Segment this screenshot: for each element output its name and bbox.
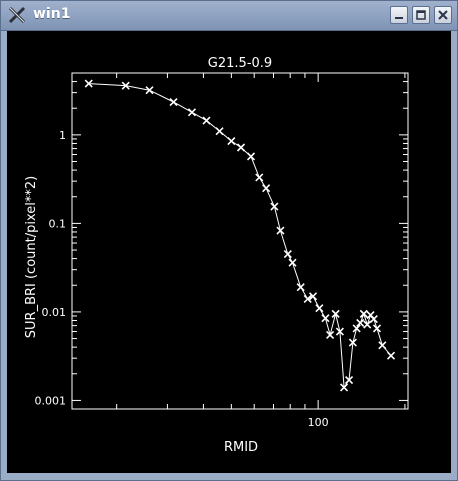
data-point-marker [369, 315, 378, 324]
data-point-marker [236, 143, 246, 152]
application-window: win1 G21.5-0.9 RMID SUR_BRI (count/pixel… [0, 0, 458, 481]
close-button[interactable] [434, 6, 452, 24]
maximize-icon [416, 10, 426, 20]
surface-brightness-chart: G21.5-0.9 RMID SUR_BRI (count/pixel**2) … [24, 56, 409, 455]
data-point-marker [283, 250, 292, 259]
plot-canvas: G21.5-0.9 RMID SUR_BRI (count/pixel**2) … [7, 31, 451, 473]
y-tick-label: 0.001 [35, 394, 67, 407]
data-point-marker [363, 320, 372, 329]
data-point-marker [215, 127, 224, 136]
y-axis-label: SUR_BRI (count/pixel**2) [24, 176, 39, 338]
data-point-marker [227, 137, 236, 146]
x-tick-label: 100 [308, 416, 329, 429]
data-point-marker [187, 108, 197, 117]
data-point-marker [202, 116, 211, 125]
data-point-marker [246, 152, 256, 161]
window-title: win1 [33, 6, 71, 22]
data-point-marker [288, 258, 297, 267]
maximize-button[interactable] [412, 6, 430, 24]
y-tick-label: 0.1 [49, 217, 67, 230]
plot-frame [71, 72, 409, 410]
title-bar[interactable]: win1 [1, 1, 457, 31]
data-point-marker [296, 283, 305, 292]
data-point-marker [270, 202, 279, 211]
data-point-marker [169, 97, 178, 107]
data-point-marker [276, 226, 285, 235]
axis-ticks: 0.001 0.01 0.1 1 100 [35, 72, 408, 429]
data-point-marker [262, 184, 271, 193]
data-point-marker [255, 173, 264, 182]
x-axis-label: RMID [224, 440, 258, 455]
x11-app-icon [8, 6, 26, 24]
series-line [88, 83, 392, 390]
data-point-marker [315, 304, 324, 313]
data-point-marker [386, 351, 396, 360]
y-tick-label: 0.01 [42, 306, 67, 319]
minimize-icon [395, 17, 403, 19]
close-icon [438, 10, 448, 20]
data-point-marker [321, 314, 330, 323]
data-point-marker [359, 309, 368, 318]
y-tick-label: 1 [59, 129, 66, 142]
data-point-marker [372, 324, 382, 333]
chart-title: G21.5-0.9 [208, 56, 272, 71]
minimize-button[interactable] [390, 6, 408, 24]
data-point-marker [331, 309, 340, 318]
data-point-marker [326, 330, 335, 339]
data-point-marker [378, 341, 387, 350]
data-series [84, 79, 396, 392]
